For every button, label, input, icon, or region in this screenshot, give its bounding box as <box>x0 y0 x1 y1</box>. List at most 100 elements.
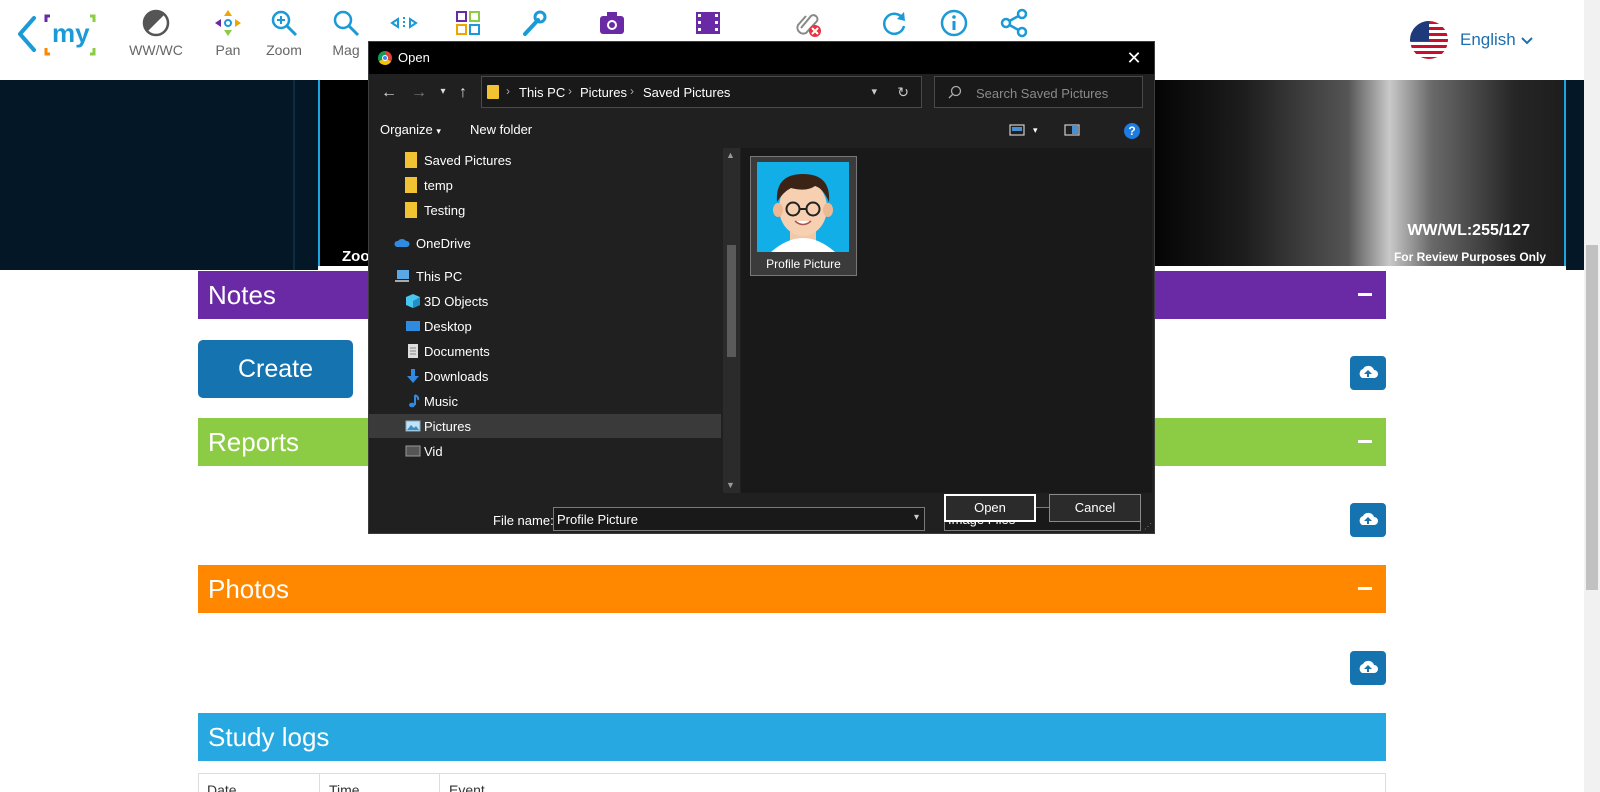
nav-item-label: 3D Objects <box>424 294 489 309</box>
nav-item-label: temp <box>424 178 453 193</box>
folder-icon <box>405 202 417 218</box>
music-icon <box>409 394 420 408</box>
address-bar[interactable]: › This PC › Pictures › Saved Pictures ▾ … <box>481 76 922 108</box>
nav-item-label: Pictures <box>424 419 471 434</box>
new-folder-button[interactable]: New folder <box>470 122 532 137</box>
tool-ww-wc[interactable]: WW/WC <box>126 6 186 66</box>
file-name-input[interactable]: Profile Picture ▾ <box>553 507 925 531</box>
contrast-icon <box>142 9 170 37</box>
column-divider <box>439 774 440 792</box>
reports-upload-button[interactable] <box>1350 503 1386 537</box>
photos-upload-button[interactable] <box>1350 651 1386 685</box>
camera-icon <box>600 12 624 34</box>
scroll-down-icon[interactable]: ▼ <box>726 480 735 490</box>
magnify-icon <box>333 10 360 37</box>
collapse-icon[interactable] <box>1358 293 1372 296</box>
log-column-header: Time <box>329 782 360 792</box>
refresh-icon[interactable]: ↻ <box>897 84 909 101</box>
breadcrumb-pictures[interactable]: Pictures <box>580 85 627 100</box>
file-list-pane[interactable]: Profile Picture <box>741 148 1152 493</box>
back-chevron-icon[interactable] <box>14 14 42 54</box>
nav-item-label: This PC <box>416 269 463 284</box>
cloud-upload-icon <box>1359 512 1378 525</box>
wrench-icon <box>523 10 547 36</box>
chevron-down-icon[interactable]: ▾ <box>914 512 919 523</box>
breadcrumb-this-pc[interactable]: This PC <box>519 85 565 100</box>
open-file-dialog: Open ✕ ← → ▾ ↑ › This PC › Pictures › Sa… <box>368 41 1155 534</box>
navigation-scrollbar-thumb[interactable] <box>727 245 736 357</box>
breadcrumb-separator: › <box>630 84 634 98</box>
detach-icon <box>796 14 821 37</box>
collapse-icon[interactable] <box>1358 587 1372 590</box>
close-icon[interactable]: ✕ <box>1122 46 1146 70</box>
nav-item-label: Desktop <box>424 319 472 334</box>
page-scrollbar-thumb[interactable] <box>1586 245 1598 590</box>
search-input[interactable]: Search Saved Pictures <box>934 76 1143 108</box>
organize-menu[interactable]: Organize ▾ <box>380 122 441 137</box>
tool-label: Pan <box>215 42 241 58</box>
cloud-upload-icon <box>1359 365 1378 378</box>
tool-label: Zoom <box>266 42 302 58</box>
nav-item-label: Downloads <box>424 369 489 384</box>
chevron-down-icon[interactable]: ▾ <box>871 85 877 98</box>
tool-mag[interactable]: Mag <box>316 6 376 66</box>
collapse-icon[interactable] <box>1358 440 1372 443</box>
avatar-thumbnail <box>757 162 849 252</box>
up-arrow-icon[interactable]: ↑ <box>453 84 473 106</box>
nav-item-label: OneDrive <box>416 236 471 251</box>
nav-item-onedrive[interactable]: OneDrive <box>369 231 721 255</box>
chevron-down-icon <box>1520 37 1533 45</box>
navigation-scrollbar[interactable]: ▲ ▼ <box>723 148 740 493</box>
nav-item-3d-objects[interactable]: 3D Objects <box>369 289 721 313</box>
logo-text: my <box>52 18 90 48</box>
nav-item-saved-pictures[interactable]: Saved Pictures <box>369 148 721 172</box>
dialog-titlebar[interactable]: Open ✕ <box>369 42 1154 74</box>
zoom-icon <box>271 10 298 37</box>
breadcrumb-saved-pictures[interactable]: Saved Pictures <box>643 85 730 100</box>
open-button[interactable]: Open <box>944 494 1036 522</box>
study-log-table-header: Date Time Event <box>198 773 1386 792</box>
change-view-icon[interactable] <box>1009 123 1025 137</box>
study-logs-section-header[interactable]: Study logs <box>198 713 1386 761</box>
cancel-button[interactable]: Cancel <box>1049 494 1141 522</box>
help-icon[interactable]: ? <box>1124 123 1140 139</box>
nav-item-downloads[interactable]: Downloads <box>369 364 721 388</box>
nav-item-label: Testing <box>424 203 466 218</box>
create-note-button[interactable]: Create <box>198 340 353 398</box>
nav-item-label: Saved Pictures <box>424 153 512 168</box>
forward-arrow-icon[interactable]: → <box>409 84 429 106</box>
nav-item-testing[interactable]: Testing <box>369 198 721 222</box>
nav-item-label: Music <box>424 394 458 409</box>
nav-item-pictures[interactable]: Pictures <box>369 414 721 438</box>
zoom-overlay-text: Zoo <box>342 248 370 265</box>
preview-pane-icon[interactable] <box>1064 123 1080 137</box>
resize-grip-icon[interactable]: ⋰ <box>1144 522 1152 531</box>
file-item-profile-picture[interactable]: Profile Picture <box>750 156 857 276</box>
breadcrumb-separator: › <box>568 84 572 98</box>
navigation-pane[interactable]: Saved Pictures temp Testing OneDrive Thi… <box>369 148 740 493</box>
nav-item-desktop[interactable]: Desktop <box>369 314 721 338</box>
notes-upload-button[interactable] <box>1350 356 1386 390</box>
back-arrow-icon[interactable]: ← <box>379 84 399 106</box>
nav-item-music[interactable]: Music <box>369 389 721 413</box>
scroll-up-icon[interactable]: ▲ <box>726 150 735 160</box>
tool-pan[interactable]: Pan <box>198 6 258 66</box>
recent-locations-icon[interactable]: ▾ <box>433 86 453 108</box>
pan-icon <box>215 10 241 36</box>
file-name-label: Profile Picture <box>766 257 841 271</box>
nav-item-this-pc[interactable]: This PC <box>369 264 721 288</box>
reset-icon <box>883 12 906 36</box>
breadcrumb-separator: › <box>506 84 510 98</box>
nav-item-documents[interactable]: Documents <box>369 339 721 363</box>
share-icon <box>1000 8 1028 38</box>
photos-section-header[interactable]: Photos <box>198 565 1386 613</box>
app-logo: my <box>44 14 96 56</box>
nav-item-temp[interactable]: temp <box>369 173 721 197</box>
tool-zoom[interactable]: Zoom <box>254 6 314 66</box>
view-options-chevron[interactable]: ▾ <box>1033 125 1038 136</box>
column-divider <box>319 774 320 792</box>
log-column-header: Event <box>449 782 485 792</box>
nav-item-videos[interactable]: Vid <box>369 439 721 463</box>
review-note: For Review Purposes Only <box>1393 250 1546 264</box>
folder-icon <box>405 152 417 168</box>
